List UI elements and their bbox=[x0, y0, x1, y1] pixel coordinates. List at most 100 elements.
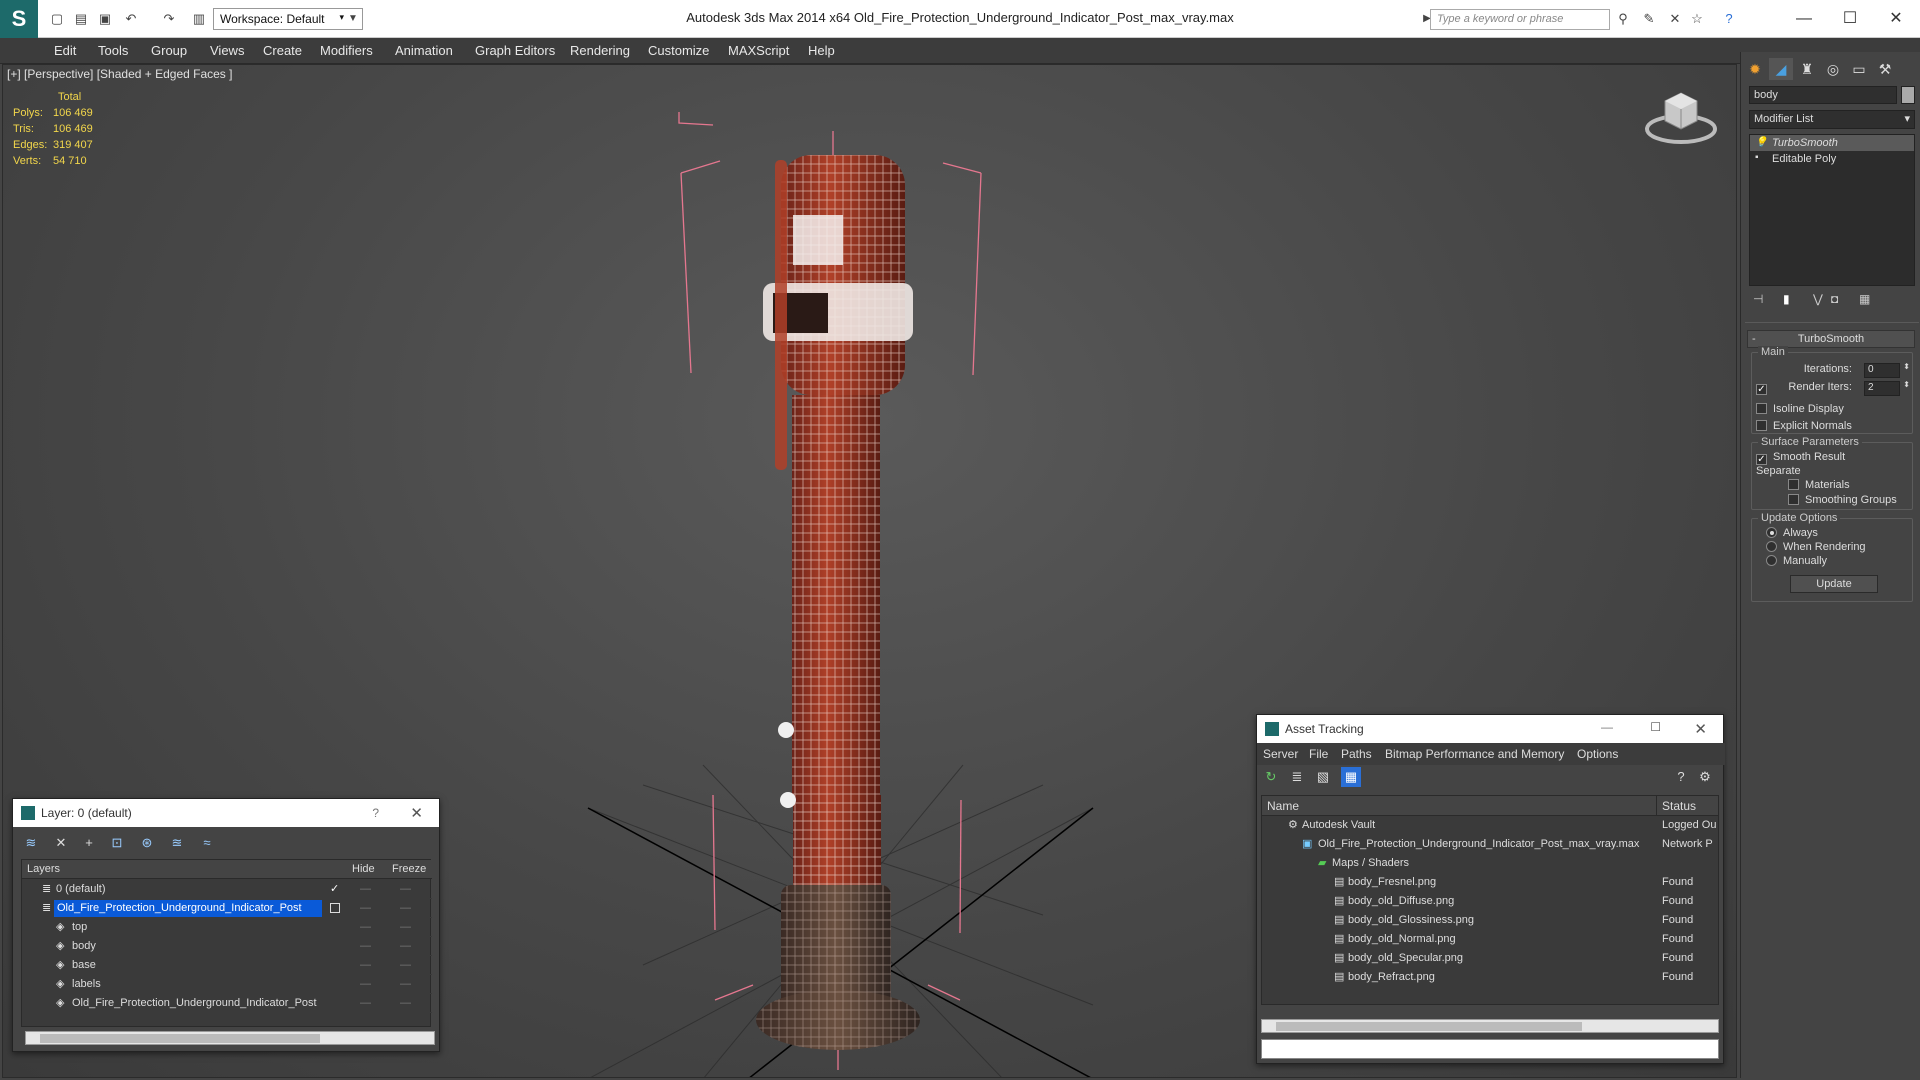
subscription-icon[interactable]: ✎ bbox=[1640, 10, 1658, 28]
freeze-toggle[interactable]: — bbox=[400, 937, 411, 956]
when-rendering-radio[interactable]: When Rendering bbox=[1766, 541, 1866, 553]
create-tab-icon[interactable]: ✹ bbox=[1743, 58, 1767, 80]
hide-toggle[interactable]: — bbox=[360, 937, 371, 956]
layer-row[interactable]: ≣ Old_Fire_Protection_Underground_Indica… bbox=[22, 899, 432, 918]
binoculars-icon[interactable]: ⚲ bbox=[1614, 10, 1632, 28]
configure-sets-icon[interactable]: ▦ bbox=[1859, 292, 1870, 306]
asset-window-titlebar[interactable]: Asset Tracking — ☐ ✕ bbox=[1257, 715, 1723, 743]
display-tab-icon[interactable]: ▭ bbox=[1847, 58, 1871, 80]
pin-stack-icon[interactable]: ⊣ bbox=[1753, 292, 1763, 306]
hide-toggle[interactable]: — bbox=[360, 899, 371, 918]
thumbnail-view-icon[interactable]: ▧ bbox=[1313, 767, 1333, 787]
modifier-list-dropdown[interactable]: Modifier List ▾ bbox=[1749, 110, 1915, 129]
layer-row[interactable]: ◈ Old_Fire_Protection_Underground_Indica… bbox=[22, 994, 432, 1013]
status-column-header[interactable]: Status bbox=[1662, 799, 1696, 813]
asset-row[interactable]: ▤ body_old_Normal.png Found bbox=[1262, 930, 1718, 949]
minimize-button[interactable]: — bbox=[1782, 4, 1826, 34]
refresh-icon[interactable]: ↻ bbox=[1261, 767, 1281, 787]
list-view-icon[interactable]: ≣ bbox=[1287, 767, 1307, 787]
close-icon[interactable]: ✕ bbox=[410, 804, 423, 822]
update-button[interactable]: Update bbox=[1790, 575, 1878, 593]
layer-row[interactable]: ◈ top — — bbox=[22, 918, 432, 937]
menu-animation[interactable]: Animation bbox=[395, 43, 453, 58]
object-color-swatch[interactable] bbox=[1901, 86, 1915, 104]
hide-all-icon[interactable]: ≊ bbox=[167, 833, 187, 853]
motion-tab-icon[interactable]: ◎ bbox=[1821, 58, 1845, 80]
layer-row[interactable]: ◈ base — — bbox=[22, 956, 432, 975]
menu-graph-editors[interactable]: Graph Editors bbox=[475, 43, 555, 58]
set-current-box[interactable] bbox=[330, 903, 340, 913]
asset-path-field[interactable] bbox=[1261, 1039, 1719, 1059]
hide-toggle[interactable]: — bbox=[360, 918, 371, 937]
hide-toggle[interactable]: — bbox=[360, 956, 371, 975]
layers-column-header[interactable]: Layers bbox=[27, 863, 60, 875]
object-name-field[interactable]: body bbox=[1749, 86, 1897, 104]
asset-row[interactable]: ▤ body_old_Specular.png Found bbox=[1262, 949, 1718, 968]
new-layer-icon[interactable]: ≋ bbox=[21, 833, 41, 853]
asset-row[interactable]: ▤ body_old_Diffuse.png Found bbox=[1262, 892, 1718, 911]
viewcube-icon[interactable] bbox=[1643, 85, 1719, 149]
menu-help[interactable]: Help bbox=[808, 43, 835, 58]
hierarchy-tab-icon[interactable]: ♜ bbox=[1795, 58, 1819, 80]
freeze-toggle[interactable]: — bbox=[400, 956, 411, 975]
asset-menu-bitmap[interactable]: Bitmap Performance and Memory bbox=[1385, 747, 1564, 761]
utilities-tab-icon[interactable]: ⚒ bbox=[1873, 58, 1897, 80]
hide-column-header[interactable]: Hide bbox=[352, 863, 375, 875]
iterations-spinner[interactable]: 0 bbox=[1864, 363, 1900, 378]
layer-row[interactable]: ◈ body — — bbox=[22, 937, 432, 956]
asset-row[interactable]: ▰ Maps / Shaders bbox=[1262, 854, 1718, 873]
layer-window-titlebar[interactable]: Layer: 0 (default) ? ✕ bbox=[13, 799, 439, 827]
asset-row[interactable]: ⚙ Autodesk Vault Logged Ou bbox=[1262, 816, 1718, 835]
explicit-normals-checkbox[interactable]: Explicit Normals bbox=[1756, 420, 1852, 432]
smoothing-groups-checkbox[interactable]: Smoothing Groups bbox=[1788, 494, 1897, 506]
help-icon[interactable]: ? bbox=[1720, 10, 1738, 28]
help-icon[interactable]: ? bbox=[372, 806, 379, 820]
stack-item-turbosmooth[interactable]: 💡 TurboSmooth bbox=[1750, 135, 1914, 151]
asset-horizontal-scrollbar[interactable] bbox=[1261, 1019, 1719, 1033]
asset-row[interactable]: ▤ body_Fresnel.png Found bbox=[1262, 873, 1718, 892]
spinner-arrows-icon[interactable]: ⬍ bbox=[1903, 380, 1910, 389]
manually-radio[interactable]: Manually bbox=[1766, 555, 1827, 567]
favorites-star-icon[interactable]: ☆ bbox=[1688, 10, 1706, 28]
minimize-icon[interactable]: — bbox=[1601, 720, 1613, 734]
select-objects-icon[interactable]: ⊡ bbox=[107, 833, 127, 853]
name-column-header[interactable]: Name bbox=[1267, 799, 1299, 813]
layer-horizontal-scrollbar[interactable] bbox=[25, 1031, 435, 1045]
make-unique-icon[interactable]: ⋁ bbox=[1813, 292, 1823, 306]
render-iters-spinner[interactable]: 2 bbox=[1864, 381, 1900, 396]
menu-customize[interactable]: Customize bbox=[648, 43, 709, 58]
close-button[interactable]: ✕ bbox=[1874, 4, 1918, 34]
spinner-arrows-icon[interactable]: ⬍ bbox=[1903, 362, 1910, 371]
menu-modifiers[interactable]: Modifiers bbox=[320, 43, 373, 58]
menu-create[interactable]: Create bbox=[263, 43, 302, 58]
communication-icon[interactable]: ✕ bbox=[1666, 10, 1684, 28]
layer-row[interactable]: ◈ labels — — bbox=[22, 975, 432, 994]
help-icon[interactable]: ? bbox=[1671, 767, 1691, 787]
layer-row[interactable]: ≣ 0 (default) ✓ — — bbox=[22, 880, 432, 899]
remove-modifier-icon[interactable]: ◘ bbox=[1831, 292, 1838, 306]
keyword-search-input[interactable]: Type a keyword or phrase bbox=[1430, 9, 1610, 30]
asset-menu-file[interactable]: File bbox=[1309, 747, 1328, 761]
lightbulb-icon[interactable]: 💡 bbox=[1755, 136, 1767, 150]
asset-row[interactable]: ▣ Old_Fire_Protection_Underground_Indica… bbox=[1262, 835, 1718, 854]
settings-icon[interactable]: ⚙ bbox=[1695, 767, 1715, 787]
asset-row[interactable]: ▤ body_old_Glossiness.png Found bbox=[1262, 911, 1718, 930]
scrollbar-thumb[interactable] bbox=[40, 1034, 320, 1043]
stack-item-editable-poly[interactable]: ▪ Editable Poly bbox=[1750, 151, 1914, 167]
isoline-display-checkbox[interactable]: Isoline Display bbox=[1756, 403, 1844, 415]
menu-rendering[interactable]: Rendering bbox=[570, 43, 630, 58]
hide-toggle[interactable]: — bbox=[360, 994, 371, 1013]
expand-plus-icon[interactable]: ▪ bbox=[1755, 151, 1759, 165]
freeze-toggle[interactable]: — bbox=[400, 918, 411, 937]
menu-group[interactable]: Group bbox=[151, 43, 187, 58]
freeze-toggle[interactable]: — bbox=[400, 899, 411, 918]
show-end-result-icon[interactable]: ▮ bbox=[1783, 292, 1790, 306]
asset-row[interactable]: ▤ body_Refract.png Found bbox=[1262, 968, 1718, 987]
close-icon[interactable]: ✕ bbox=[1694, 720, 1707, 738]
asset-menu-server[interactable]: Server bbox=[1263, 747, 1298, 761]
freeze-column-header[interactable]: Freeze bbox=[392, 863, 426, 875]
menu-tools[interactable]: Tools bbox=[98, 43, 128, 58]
active-layer-check-icon[interactable]: ✓ bbox=[330, 880, 339, 899]
freeze-all-icon[interactable]: ≈ bbox=[197, 833, 217, 853]
hide-toggle[interactable]: — bbox=[360, 880, 371, 899]
